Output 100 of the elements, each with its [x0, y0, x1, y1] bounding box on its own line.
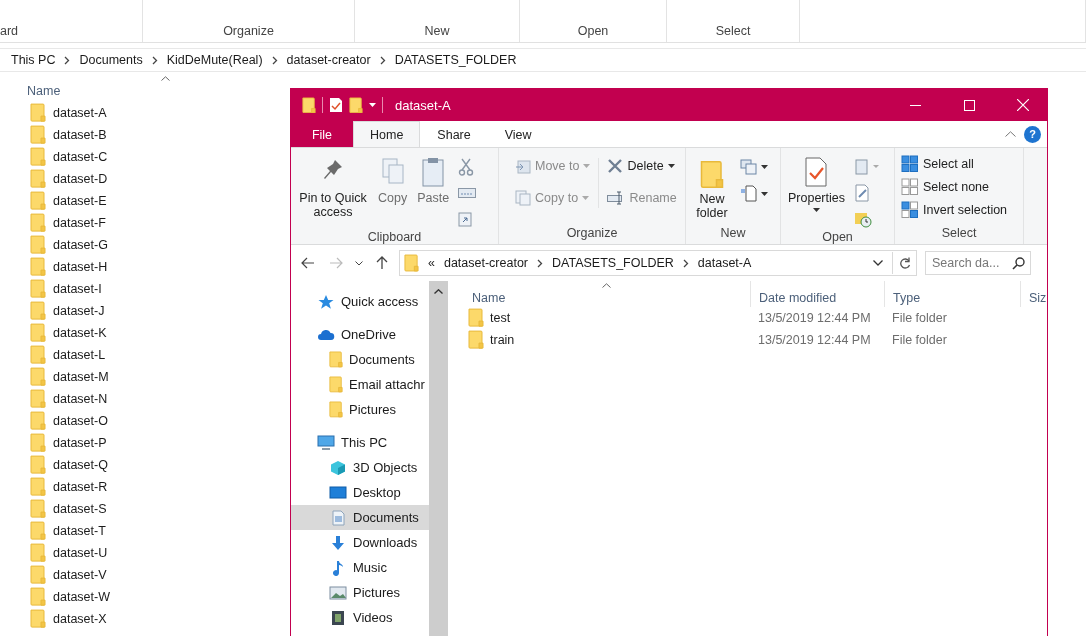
folder-name[interactable]: dataset-M: [53, 370, 109, 384]
folder-icon: [30, 433, 46, 453]
folder-name[interactable]: dataset-L: [53, 348, 106, 362]
navigation-item[interactable]: 3D Objects: [291, 455, 429, 480]
folder-name[interactable]: dataset-H: [53, 260, 108, 274]
folder-icon: [30, 521, 46, 541]
folder-name[interactable]: dataset-K: [53, 326, 107, 340]
folder-icon: [30, 235, 46, 255]
scrollbar[interactable]: [429, 281, 448, 636]
folder-icon: [30, 543, 46, 563]
folder-icon: [30, 345, 46, 365]
grid-icon: [901, 155, 919, 173]
column-header[interactable]: Name: [27, 84, 61, 98]
address-bar[interactable]: « dataset-creator DATASETS_FOLDER dataset-A: [399, 250, 917, 276]
ribbon-group-label: Open: [821, 230, 854, 246]
breadcrumb-item[interactable]: dataset-creator: [443, 256, 529, 270]
folder-name[interactable]: dataset-V: [53, 568, 107, 582]
file-type: File folder: [891, 333, 948, 347]
caret-down-icon: [582, 196, 590, 200]
ribbon-group-label: New: [719, 226, 747, 242]
navigation-item[interactable]: Music: [291, 555, 429, 580]
ribbon-group-label: ard: [0, 24, 19, 38]
navigation-item[interactable]: Documents: [291, 347, 429, 372]
shortcut-icon: [458, 211, 473, 227]
navigation-item[interactable]: Videos: [291, 605, 429, 630]
folder-name[interactable]: dataset-P: [53, 436, 107, 450]
up-arrow-icon: [376, 256, 388, 270]
select-button[interactable]: Select none: [899, 177, 1010, 197]
folder-icon: [329, 376, 343, 393]
folder-name[interactable]: dataset-O: [53, 414, 108, 428]
folder-name[interactable]: dataset-W: [53, 590, 110, 604]
column-header[interactable]: Siz: [1029, 291, 1047, 305]
column-header[interactable]: Date modified: [759, 291, 837, 305]
forward-arrow-icon: [329, 257, 343, 269]
folder-name[interactable]: dataset-X: [53, 612, 107, 626]
chevron-right-icon: [537, 258, 544, 268]
caret-down-icon: [667, 164, 675, 168]
ribbon-group-label: Clipboard: [366, 230, 423, 246]
caret-down-icon: [369, 103, 376, 107]
folder-name[interactable]: dataset-F: [53, 216, 106, 230]
folder-name[interactable]: dataset-A: [53, 106, 107, 120]
navigation-item[interactable]: Downloads: [291, 530, 429, 555]
document-icon: [329, 509, 347, 526]
breadcrumb-item[interactable]: DATASETS_FOLDER: [552, 256, 674, 270]
folder-name[interactable]: train: [490, 333, 515, 347]
folder-name[interactable]: dataset-R: [53, 480, 108, 494]
folder-name[interactable]: dataset-U: [53, 546, 108, 560]
overflow-marker[interactable]: «: [428, 256, 435, 270]
folder-name[interactable]: dataset-N: [53, 392, 108, 406]
breadcrumb-item[interactable]: dataset-A: [697, 256, 752, 270]
move-icon: [515, 158, 531, 174]
new-folder-button[interactable]: New folder: [690, 154, 734, 222]
navigation-item[interactable]: OneDrive: [291, 322, 429, 347]
folder-name[interactable]: dataset-Q: [53, 458, 108, 472]
folder-name[interactable]: dataset-B: [53, 128, 107, 142]
breadcrumb-item[interactable]: KidDeMute(Real): [166, 53, 263, 67]
column-header[interactable]: Name: [472, 291, 506, 305]
search-field[interactable]: Search da...: [925, 251, 1031, 275]
navigation-item[interactable]: Email attachr: [291, 372, 429, 397]
folder-name[interactable]: test: [490, 311, 511, 325]
column-header[interactable]: Type: [893, 291, 921, 305]
ribbon-group-label: New: [424, 24, 450, 38]
pin-button[interactable]: Pin to Quick access: [295, 154, 371, 221]
select-button[interactable]: Select all: [899, 154, 1010, 174]
navigation-item[interactable]: Desktop: [291, 480, 429, 505]
select-button[interactable]: Invert selection: [899, 200, 1010, 220]
folder-name[interactable]: dataset-C: [53, 150, 108, 164]
delete-button[interactable]: Delete: [605, 156, 679, 176]
history-icon: [854, 210, 872, 228]
navigation-item[interactable]: This PC: [291, 430, 429, 455]
ribbon-tab[interactable]: File: [291, 121, 353, 147]
chevron-down-icon[interactable]: [873, 260, 883, 266]
breadcrumb-item[interactable]: DATASETS_FOLDER: [394, 53, 517, 67]
folder-name[interactable]: dataset-D: [53, 172, 108, 186]
folder-name[interactable]: dataset-E: [53, 194, 107, 208]
properties-button[interactable]: Properties: [785, 154, 848, 214]
x-icon: [607, 158, 624, 174]
navigation-item[interactable]: Pictures: [291, 397, 429, 422]
ribbon-group-label: Organize: [223, 24, 274, 38]
navigation-item[interactable]: Quick access: [291, 289, 429, 314]
date-modified: 13/5/2019 12:44 PM: [757, 333, 872, 347]
open-button[interactable]: [852, 156, 882, 178]
close-icon: [1017, 99, 1029, 111]
breadcrumb-item[interactable]: Documents: [79, 53, 143, 67]
breadcrumb-item[interactable]: This PC: [11, 53, 56, 67]
help-button[interactable]: ?: [1024, 125, 1041, 143]
navigation-item[interactable]: Pictures: [291, 580, 429, 605]
folder-icon: [468, 308, 484, 328]
breadcrumb-item[interactable]: dataset-creator: [286, 53, 371, 67]
navigation-item[interactable]: Documents: [291, 505, 429, 530]
collapse-ribbon-icon[interactable]: [1005, 131, 1016, 137]
folder-name[interactable]: dataset-G: [53, 238, 108, 252]
chevron-down-icon: [355, 260, 363, 266]
folder-name[interactable]: dataset-J: [53, 304, 105, 318]
edit-icon: [854, 184, 870, 202]
maximize-icon: [963, 99, 975, 111]
folder-name[interactable]: dataset-T: [53, 524, 106, 538]
ribbon-tab[interactable]: Home: [353, 121, 421, 147]
folder-name[interactable]: dataset-I: [53, 282, 102, 296]
folder-name[interactable]: dataset-S: [53, 502, 107, 516]
